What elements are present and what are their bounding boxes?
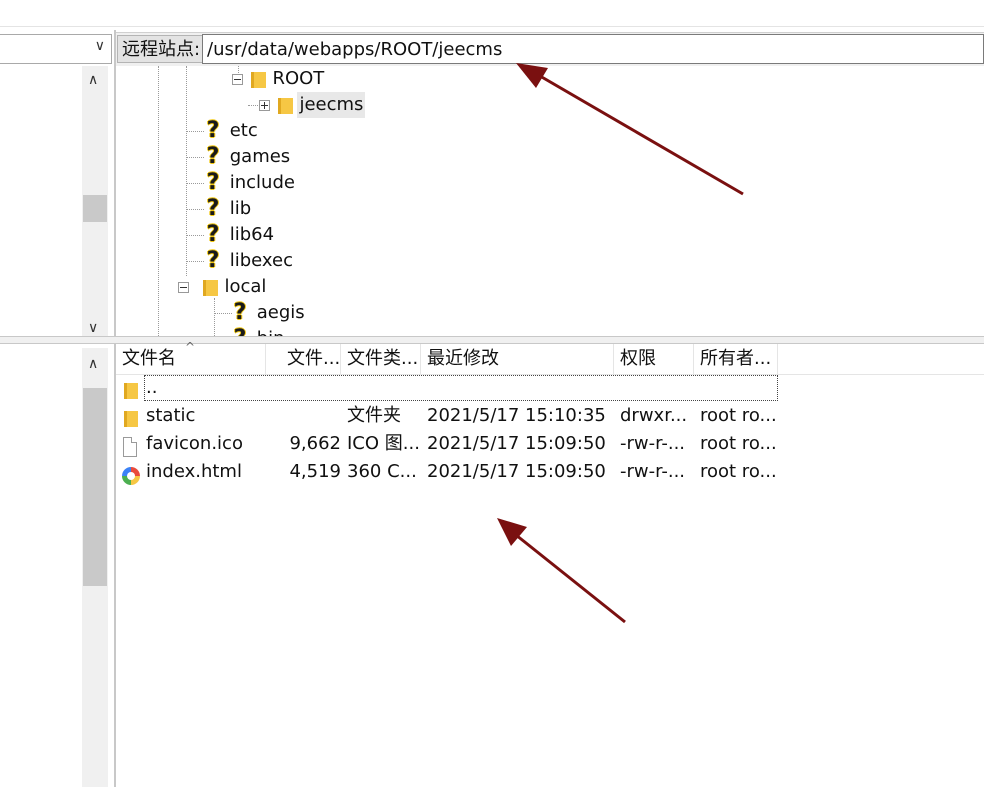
file-type: 文件夹: [347, 405, 401, 426]
file-row[interactable]: static 文件夹 2021/5/17 15:10:35 drwxr... r…: [116, 402, 778, 430]
remote-path-input[interactable]: /usr/data/webapps/ROOT/jeecms: [202, 34, 984, 64]
question-icon: ?: [206, 248, 220, 273]
question-icon: ?: [206, 170, 220, 195]
question-icon: ?: [206, 144, 220, 169]
column-header-filetype[interactable]: 文件类...: [341, 344, 421, 374]
question-icon: ?: [206, 222, 220, 247]
column-header-permissions[interactable]: 权限: [614, 344, 694, 374]
folder-icon: [201, 278, 218, 296]
question-icon: ?: [206, 196, 220, 221]
file-row[interactable]: favicon.ico 9,662 ICO 图... 2021/5/17 15:…: [116, 430, 778, 458]
tree-item-etc[interactable]: ? etc: [204, 118, 260, 144]
file-owner: root ro...: [700, 405, 777, 426]
file-name[interactable]: static: [146, 402, 286, 430]
tree-item-label[interactable]: games: [228, 144, 292, 170]
tree-item-include[interactable]: ? include: [204, 170, 297, 196]
folder-icon: [276, 96, 293, 114]
file-size: 4,519: [289, 461, 341, 482]
collapse-toggle-icon[interactable]: [178, 281, 189, 293]
scroll-up-arrow-icon[interactable]: ∧: [88, 356, 98, 372]
tree-item-label[interactable]: bin: [255, 326, 287, 336]
tree-item-label[interactable]: local: [222, 274, 268, 300]
remote-directory-tree[interactable]: ROOT jeecms ? etc ? games ? include ? li…: [116, 66, 984, 336]
question-icon: ?: [231, 326, 249, 336]
question-icon: ?: [206, 118, 220, 143]
column-header-owner[interactable]: 所有者...: [694, 344, 778, 374]
file-name[interactable]: index.html: [146, 458, 286, 486]
chevron-down-icon[interactable]: ∨: [95, 38, 105, 54]
tree-item-label[interactable]: lib: [228, 196, 253, 222]
file-permissions: -rw-r-...: [620, 433, 686, 454]
folder-icon: [249, 70, 266, 88]
column-header-filesize[interactable]: 文件...: [281, 344, 341, 374]
file-row[interactable]: index.html 4,519 360 C... 2021/5/17 15:0…: [116, 458, 778, 486]
tree-item-label[interactable]: jeecms: [297, 92, 366, 118]
question-icon: ?: [233, 300, 247, 325]
tree-item-local[interactable]: local: [178, 274, 268, 300]
file-name[interactable]: favicon.ico: [146, 430, 286, 458]
tree-item-label[interactable]: ROOT: [270, 66, 326, 92]
file-owner: root ro...: [700, 461, 777, 482]
tree-item-label[interactable]: include: [228, 170, 297, 196]
tree-item-root[interactable]: ROOT: [232, 66, 326, 92]
tree-item-label[interactable]: aegis: [255, 300, 307, 326]
file-modified: 2021/5/17 15:10:35: [427, 405, 606, 426]
tree-item-label[interactable]: lib64: [228, 222, 276, 248]
file-icon: [123, 437, 137, 457]
sort-ascending-icon: ^: [185, 340, 196, 354]
tree-item-lib64[interactable]: ? lib64: [204, 222, 276, 248]
tree-item-bin[interactable]: ? bin: [231, 326, 287, 336]
local-list-scroll-thumb[interactable]: [83, 388, 107, 586]
file-modified: 2021/5/17 15:09:50: [427, 461, 606, 482]
annotation-arrow-file-list: [497, 518, 626, 624]
file-type: ICO 图...: [347, 433, 420, 454]
collapse-toggle-icon[interactable]: [232, 73, 243, 85]
folder-icon: [122, 381, 138, 399]
folder-icon: [122, 409, 138, 427]
file-type: 360 C...: [347, 461, 417, 482]
file-owner: root ro...: [700, 433, 777, 454]
tree-item-games[interactable]: ? games: [204, 144, 292, 170]
file-permissions: drwxr...: [620, 405, 688, 426]
tree-item-jeecms[interactable]: jeecms: [259, 92, 366, 118]
scroll-up-arrow-icon[interactable]: ∧: [88, 72, 98, 88]
tree-item-label[interactable]: libexec: [228, 248, 295, 274]
tree-item-libexec[interactable]: ? libexec: [204, 248, 295, 274]
scroll-down-arrow-icon[interactable]: ∨: [88, 320, 98, 336]
column-header-modified[interactable]: 最近修改: [421, 344, 614, 374]
local-path-combobox[interactable]: ∨: [0, 34, 112, 64]
pane-splitter-horizontal[interactable]: [0, 336, 984, 344]
tree-item-aegis[interactable]: ? aegis: [231, 300, 307, 326]
browser-icon: [122, 467, 140, 485]
file-permissions: -rw-r-...: [620, 461, 686, 482]
tree-item-label[interactable]: etc: [228, 118, 260, 144]
tree-item-lib[interactable]: ? lib: [204, 196, 253, 222]
focus-rectangle: [144, 375, 778, 401]
local-tree-scroll-thumb[interactable]: [83, 195, 107, 222]
file-size: 9,662: [289, 433, 341, 454]
expand-toggle-icon[interactable]: [259, 99, 270, 111]
window-top-strip: [0, 0, 984, 27]
remote-site-label: 远程站点:: [117, 35, 206, 63]
file-modified: 2021/5/17 15:09:50: [427, 433, 606, 454]
